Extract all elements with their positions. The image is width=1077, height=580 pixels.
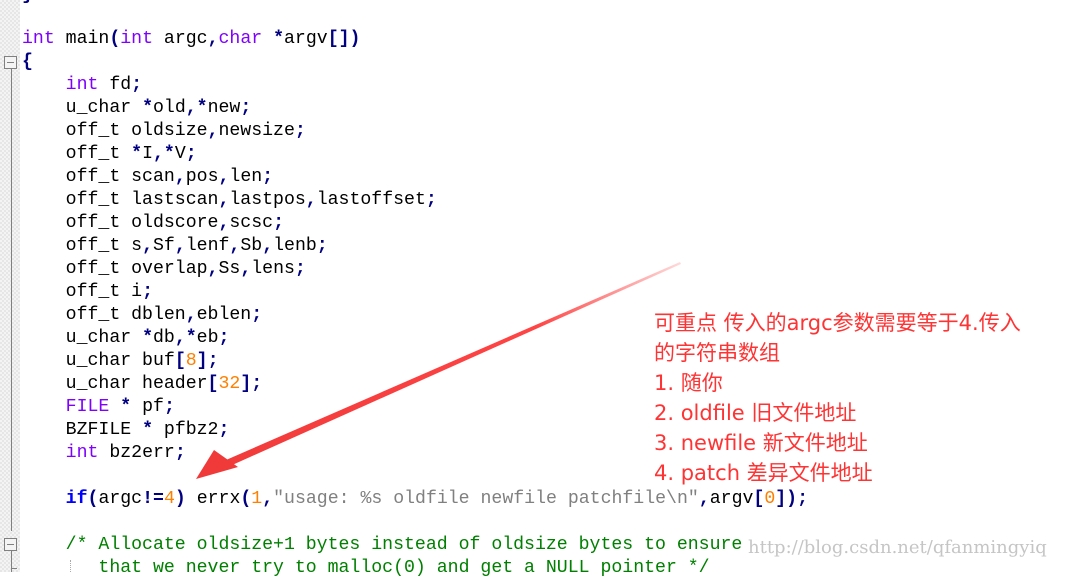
note-line: 4. patch 差异文件地址 <box>654 461 873 485</box>
watermark: http://blog.csdn.net/qfanmingyiq <box>748 537 1047 558</box>
note-line: 1. 随你 <box>654 371 723 395</box>
note-line: 3. newfile 新文件地址 <box>654 431 868 455</box>
note-line: 可重点 传入的argc参数需要等于4.传入 <box>654 311 1021 335</box>
note-line: 的字符串数组 <box>654 341 780 365</box>
annotation-note: 可重点 传入的argc参数需要等于4.传入 的字符串数组 1. 随你 2. ol… <box>654 308 1021 488</box>
note-line: 2. oldfile 旧文件地址 <box>654 401 857 425</box>
arrow-shaft <box>226 262 681 466</box>
arrow-head-icon <box>196 450 238 479</box>
